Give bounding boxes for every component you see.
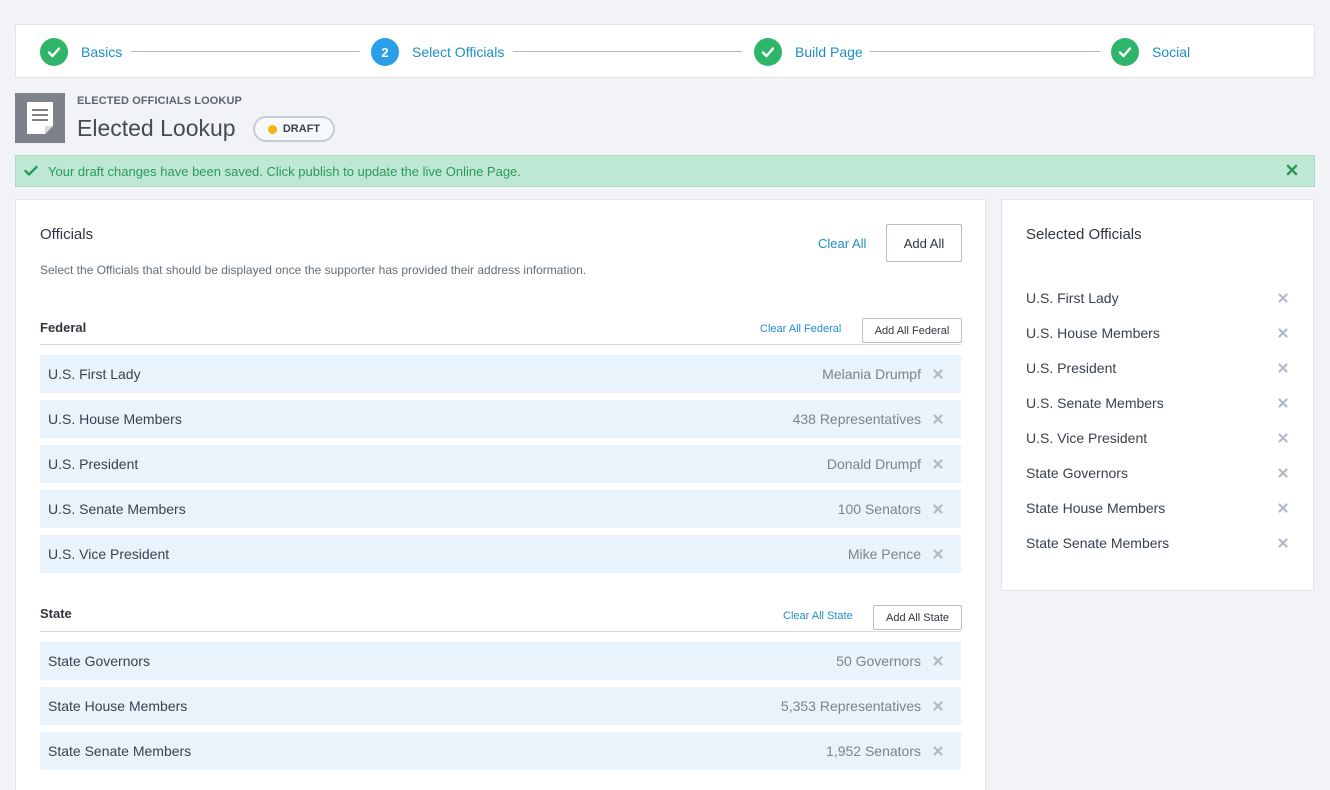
selected-item: U.S. President xyxy=(1026,358,1290,378)
page-eyebrow: ELECTED OFFICIALS LOOKUP xyxy=(77,95,242,107)
list-item[interactable]: U.S. President Donald Drumpf xyxy=(40,445,961,483)
step-basics[interactable]: Basics xyxy=(40,38,122,66)
step-social[interactable]: Social xyxy=(1111,38,1190,66)
close-icon[interactable] xyxy=(931,459,945,469)
official-name: U.S. Vice President xyxy=(48,546,170,562)
close-icon[interactable] xyxy=(931,504,945,514)
step-label: Build Page xyxy=(795,44,863,60)
section-divider xyxy=(40,631,961,632)
close-icon[interactable] xyxy=(931,549,945,559)
section-title-federal: Federal xyxy=(40,320,87,335)
step-label: Basics xyxy=(81,44,123,60)
selected-item: State Senate Members xyxy=(1026,533,1290,553)
officials-panel: Officials Clear All Add All Select the O… xyxy=(15,199,986,790)
checkmark-icon xyxy=(754,38,782,66)
selected-item: U.S. Vice President xyxy=(1026,428,1290,448)
official-detail: 438 Representatives xyxy=(792,411,921,427)
official-detail: 50 Governors xyxy=(836,653,921,669)
section-divider xyxy=(40,344,961,345)
close-icon[interactable] xyxy=(1276,328,1290,338)
list-item[interactable]: State Governors 50 Governors xyxy=(40,642,961,680)
official-name: U.S. President xyxy=(48,456,139,472)
list-item[interactable]: U.S. House Members 438 Representatives xyxy=(40,400,961,438)
selected-item: U.S. Senate Members xyxy=(1026,393,1290,413)
close-icon[interactable] xyxy=(1276,363,1290,373)
success-alert: Your draft changes have been saved. Clic… xyxy=(15,155,1315,187)
close-icon[interactable] xyxy=(1276,293,1290,303)
officials-title: Officials xyxy=(40,226,94,243)
selected-item-label: U.S. President xyxy=(1026,360,1117,376)
list-item[interactable]: State Senate Members 1,952 Senators xyxy=(40,732,961,770)
selected-item: U.S. House Members xyxy=(1026,323,1290,343)
official-name: U.S. House Members xyxy=(48,411,182,427)
alert-message: Your draft changes have been saved. Clic… xyxy=(48,163,521,179)
add-all-federal-button[interactable]: Add All Federal xyxy=(862,318,962,343)
selected-item-label: State Governors xyxy=(1026,465,1128,481)
official-detail: 1,952 Senators xyxy=(826,743,921,759)
official-name: U.S. Senate Members xyxy=(48,501,186,517)
official-name: State House Members xyxy=(48,698,188,714)
clear-all-state-link[interactable]: Clear All State xyxy=(783,610,853,622)
add-all-state-button[interactable]: Add All State xyxy=(873,605,962,630)
list-item[interactable]: U.S. Senate Members 100 Senators xyxy=(40,490,961,528)
close-icon[interactable] xyxy=(1276,538,1290,548)
official-detail: 100 Senators xyxy=(837,501,921,517)
add-all-button[interactable]: Add All xyxy=(886,224,962,262)
official-detail: Melania Drumpf xyxy=(822,366,921,382)
selected-item-label: State Senate Members xyxy=(1026,535,1170,551)
official-detail: Donald Drumpf xyxy=(826,456,921,472)
status-badge: DRAFT xyxy=(253,116,335,142)
close-icon[interactable] xyxy=(1276,398,1290,408)
close-icon[interactable] xyxy=(1276,433,1290,443)
step-label: Social xyxy=(1152,44,1191,60)
official-detail: Mike Pence xyxy=(847,546,921,562)
official-name: State Governors xyxy=(48,653,150,669)
step-build-page[interactable]: Build Page xyxy=(754,38,863,66)
list-item[interactable]: U.S. First Lady Melania Drumpf xyxy=(40,355,961,393)
checkmark-icon xyxy=(40,38,68,66)
list-item[interactable]: U.S. Vice President Mike Pence xyxy=(40,535,961,573)
clear-all-link[interactable]: Clear All xyxy=(818,236,866,251)
checkmark-icon xyxy=(1111,38,1139,66)
close-icon[interactable] xyxy=(931,414,945,424)
selected-item: State House Members xyxy=(1026,498,1290,518)
selected-item-label: State House Members xyxy=(1026,500,1166,516)
step-connector xyxy=(131,51,360,52)
close-icon[interactable] xyxy=(1286,164,1298,179)
step-number: 2 xyxy=(371,38,399,66)
official-name: U.S. First Lady xyxy=(48,366,141,382)
official-name: State Senate Members xyxy=(48,743,192,759)
close-icon[interactable] xyxy=(1276,468,1290,478)
close-icon[interactable] xyxy=(931,656,945,666)
section-title-state: State xyxy=(40,606,72,621)
progress-stepper: Basics 2 Select Officials Build Page Soc… xyxy=(15,24,1315,78)
selected-item-label: U.S. Senate Members xyxy=(1026,395,1164,411)
status-dot xyxy=(267,124,277,134)
document-icon xyxy=(15,93,65,143)
step-connector xyxy=(513,51,742,52)
close-icon[interactable] xyxy=(931,701,945,711)
close-icon[interactable] xyxy=(931,369,945,379)
official-detail: 5,353 Representatives xyxy=(780,698,921,714)
list-item[interactable]: State House Members 5,353 Representative… xyxy=(40,687,961,725)
selected-item-label: U.S. House Members xyxy=(1026,325,1160,341)
checkmark-icon xyxy=(24,165,40,177)
step-connector xyxy=(870,51,1100,52)
status-badge-label: DRAFT xyxy=(282,123,321,135)
step-select-officials[interactable]: 2 Select Officials xyxy=(371,38,504,66)
page-title: Elected Lookup xyxy=(77,115,236,141)
selected-item-label: U.S. Vice President xyxy=(1026,430,1148,446)
close-icon[interactable] xyxy=(1276,503,1290,513)
selected-item-label: U.S. First Lady xyxy=(1026,290,1119,306)
step-label: Select Officials xyxy=(412,44,505,60)
selected-officials-panel: Selected Officials U.S. First Lady U.S. … xyxy=(1001,199,1314,591)
officials-description: Select the Officials that should be disp… xyxy=(40,263,587,277)
close-icon[interactable] xyxy=(931,746,945,756)
clear-all-federal-link[interactable]: Clear All Federal xyxy=(760,323,841,335)
selected-officials-title: Selected Officials xyxy=(1026,226,1142,243)
selected-item: U.S. First Lady xyxy=(1026,288,1290,308)
selected-item: State Governors xyxy=(1026,463,1290,483)
